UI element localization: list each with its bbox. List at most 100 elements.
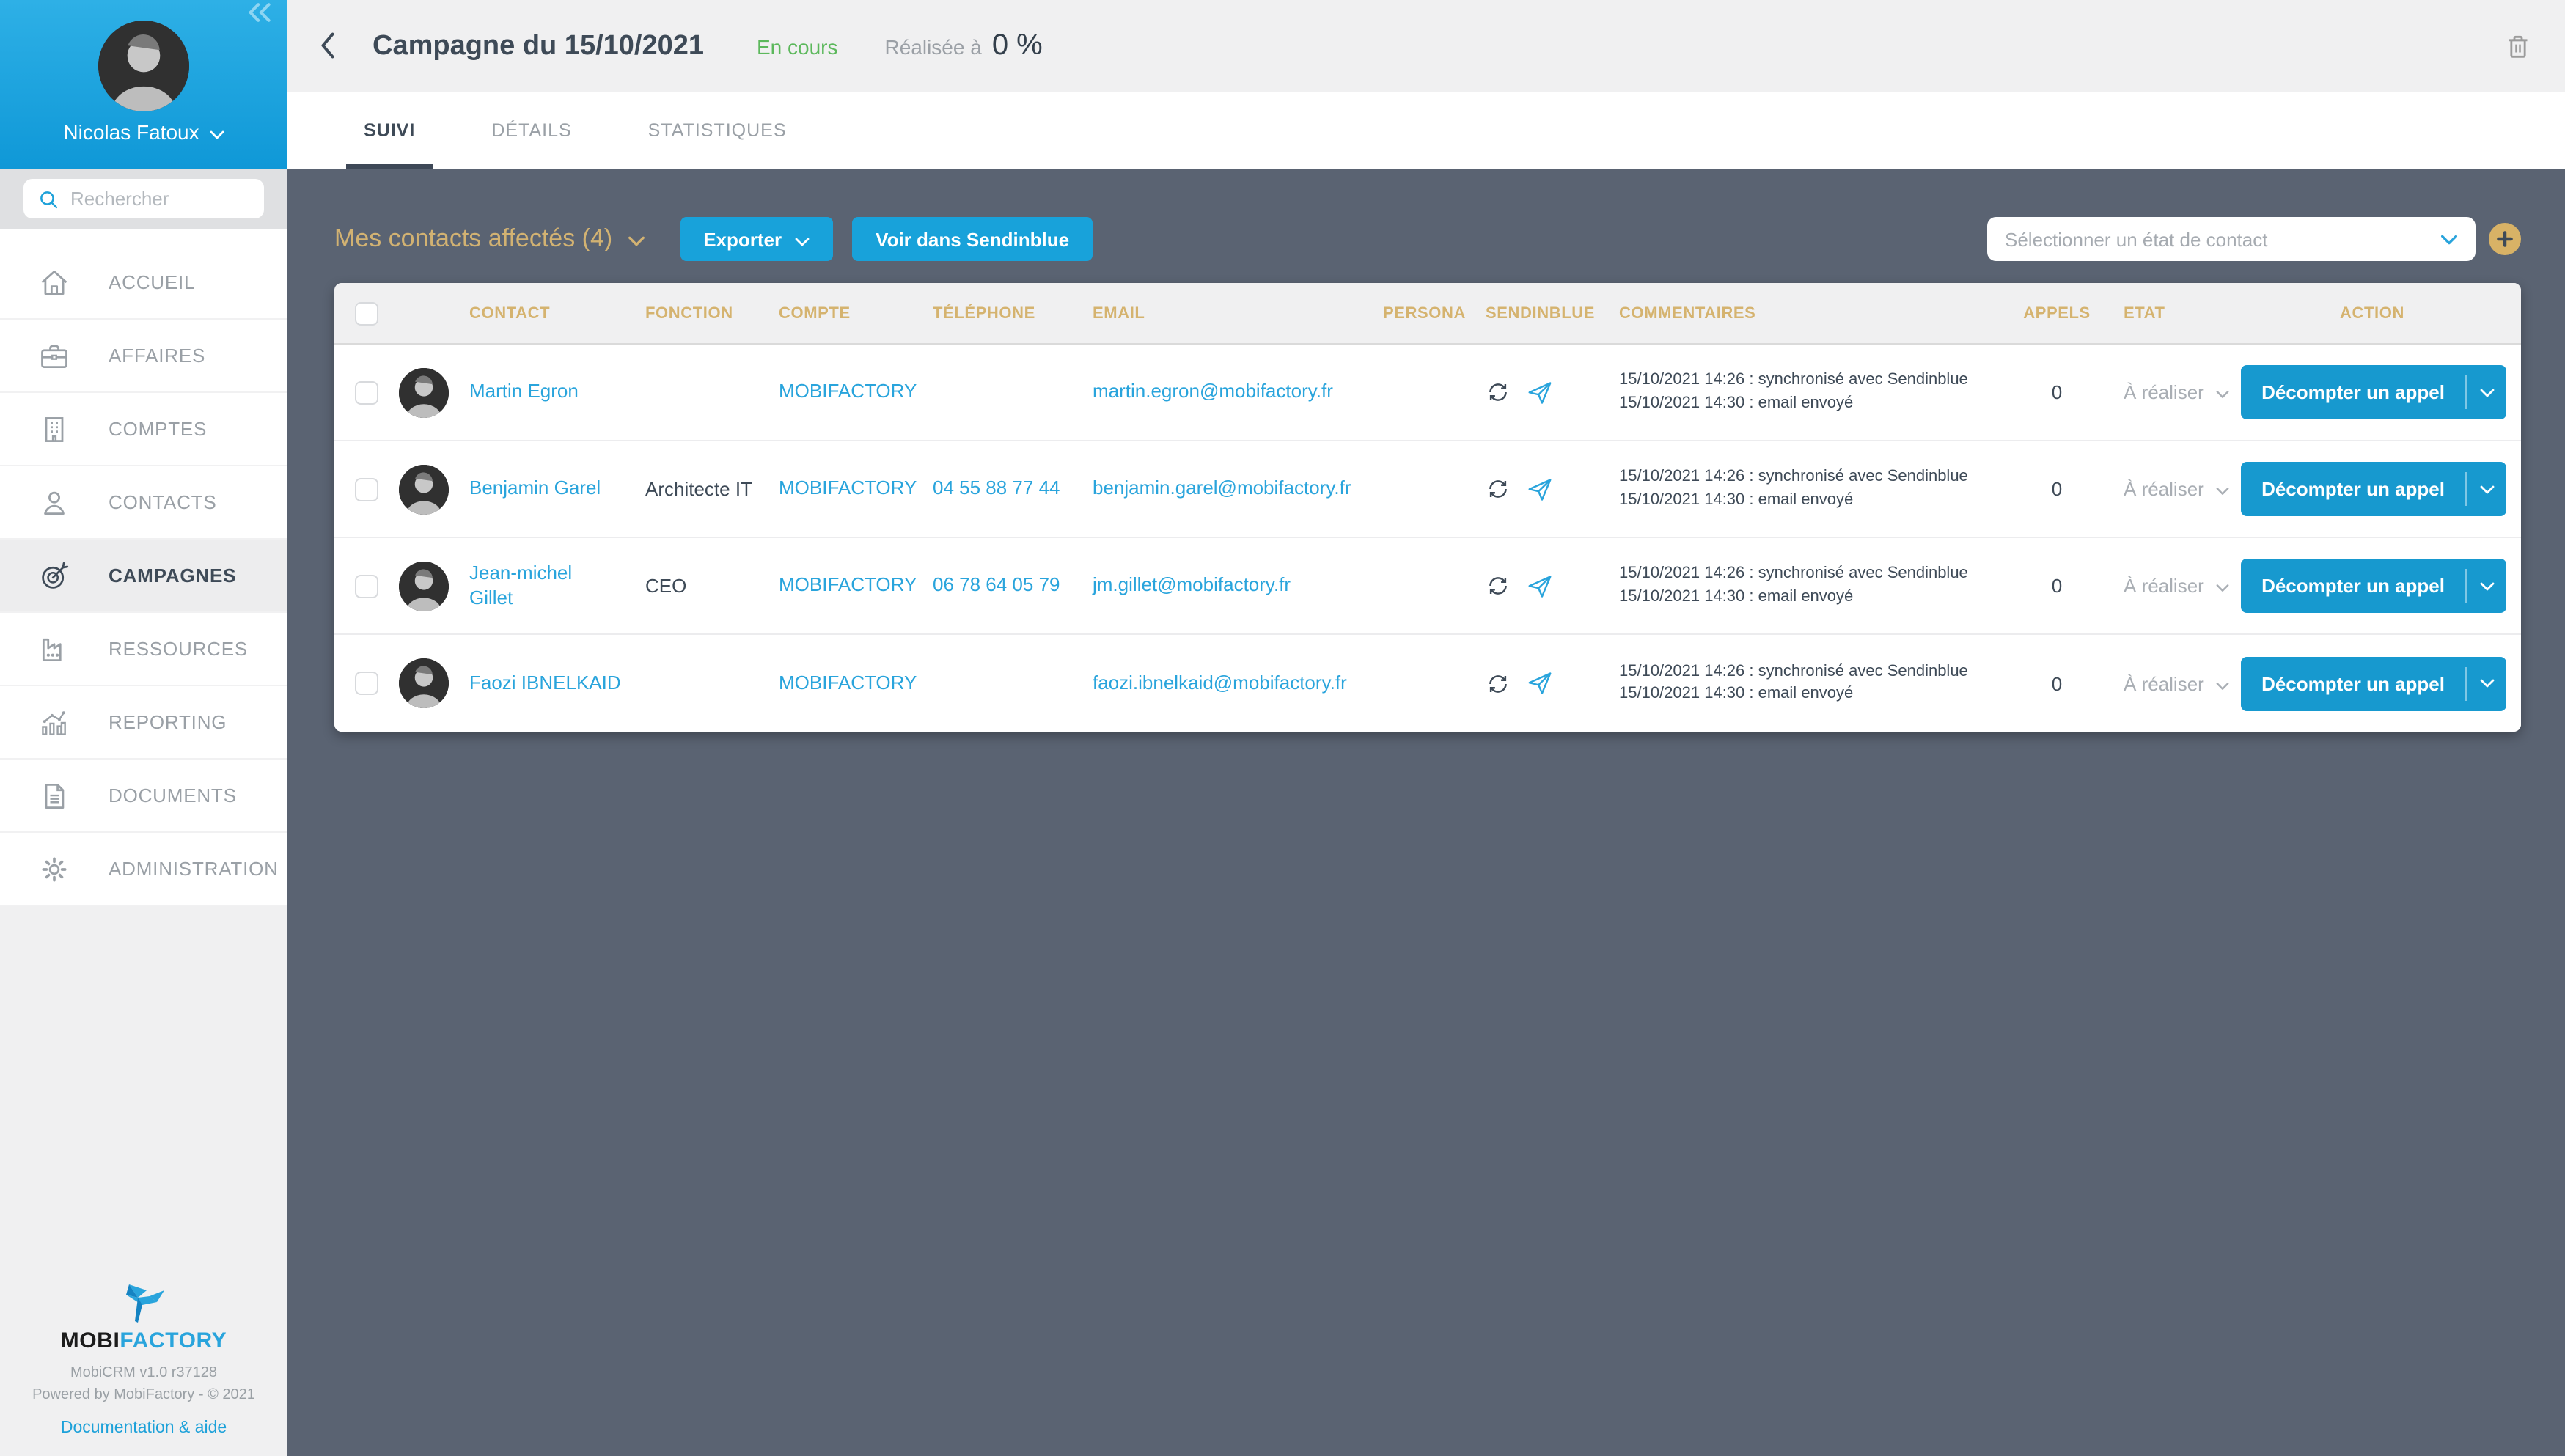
state-dropdown[interactable]: À réaliser (2124, 381, 2238, 403)
sidebar-item-affaires[interactable]: AFFAIRES (0, 320, 287, 393)
email-link[interactable]: jm.gillet@mobifactory.fr (1093, 573, 1383, 598)
back-button[interactable] (320, 32, 349, 61)
contact-name-link[interactable]: Martin Egron (469, 380, 645, 405)
count-call-caret[interactable] (2467, 462, 2506, 516)
sidebar-collapse-icon[interactable] (246, 3, 273, 29)
chevron-down-icon (2216, 381, 2229, 403)
sidebar-item-documents[interactable]: DOCUMENTS (0, 760, 287, 833)
col-email: EMAIL (1093, 304, 1383, 322)
briefcase-icon (38, 339, 70, 372)
table-row: Jean-michel Gillet CEO MOBIFACTORY 06 78… (334, 538, 2521, 635)
send-email-icon[interactable] (1527, 379, 1553, 405)
contact-avatar (399, 367, 449, 417)
sidebar-item-comptes[interactable]: COMPTES (0, 393, 287, 466)
tab-statistiques[interactable]: STATISTIQUES (631, 92, 804, 169)
row-checkbox[interactable] (355, 380, 378, 404)
document-icon (38, 779, 70, 812)
state-dropdown[interactable]: À réaliser (2124, 672, 2238, 694)
sidebar-item-label: COMPTES (109, 418, 207, 440)
comment-line: 15/10/2021 14:30 : email envoyé (1619, 586, 1970, 608)
tab-details[interactable]: DÉTAILS (474, 92, 589, 169)
sidebar-item-label: CAMPAGNES (109, 565, 236, 587)
home-icon (38, 266, 70, 298)
send-email-icon[interactable] (1527, 476, 1553, 502)
gear-icon (38, 853, 70, 885)
table-row: Faozi IBNELKAID MOBIFACTORY faozi.ibnelk… (334, 635, 2521, 732)
contact-name-link[interactable]: Faozi IBNELKAID (469, 671, 645, 696)
sidebar-item-administration[interactable]: ADMINISTRATION (0, 833, 287, 906)
send-email-icon[interactable] (1527, 573, 1553, 599)
count-call-caret[interactable] (2467, 365, 2506, 419)
sidebar-item-accueil[interactable]: ACCUEIL (0, 246, 287, 320)
contacts-filter-label: Mes contacts affectés (4) (334, 224, 612, 254)
search-icon (38, 188, 59, 209)
sync-icon[interactable] (1486, 671, 1511, 696)
contact-state-select[interactable]: Sélectionner un état de contact (1987, 217, 2476, 261)
account-link[interactable]: MOBIFACTORY (779, 671, 933, 696)
account-link[interactable]: MOBIFACTORY (779, 380, 933, 405)
delete-campaign-button[interactable] (2503, 32, 2533, 61)
count-call-button[interactable]: Décompter un appel (2241, 559, 2465, 613)
count-call-caret[interactable] (2467, 656, 2506, 710)
progress-label: Réalisée à (885, 34, 982, 58)
sidebar-item-ressources[interactable]: RESSOURCES (0, 613, 287, 686)
sidebar-item-contacts[interactable]: CONTACTS (0, 466, 287, 540)
add-contact-state-button[interactable] (2489, 223, 2521, 255)
search-input[interactable] (70, 188, 246, 210)
contact-name-link[interactable]: Benjamin Garel (469, 477, 645, 501)
progress-value: 0 % (992, 29, 1043, 63)
count-call-button[interactable]: Décompter un appel (2241, 656, 2465, 710)
chevron-down-icon (627, 224, 645, 254)
col-action: ACTION (2238, 304, 2521, 322)
contact-name-link[interactable]: Jean-michel Gillet (469, 561, 645, 611)
view-sendinblue-button[interactable]: Voir dans Sendinblue (852, 217, 1093, 261)
send-email-icon[interactable] (1527, 670, 1553, 696)
comments-cell: 15/10/2021 14:26 : synchronisé avec Send… (1619, 369, 1990, 415)
email-link[interactable]: martin.egron@mobifactory.fr (1093, 380, 1383, 405)
state-dropdown[interactable]: À réaliser (2124, 575, 2238, 597)
documentation-link[interactable]: Documentation & aide (61, 1419, 227, 1437)
state-label: À réaliser (2124, 575, 2204, 597)
table-row: Martin Egron MOBIFACTORY martin.egron@mo… (334, 345, 2521, 441)
sidebar-item-label: AFFAIRES (109, 345, 205, 367)
chevron-down-icon (2216, 672, 2229, 694)
user-menu[interactable]: Nicolas Fatoux (63, 120, 224, 144)
comments-cell: 15/10/2021 14:26 : synchronisé avec Send… (1619, 563, 1990, 608)
chevron-down-icon (795, 228, 810, 250)
row-checkbox[interactable] (355, 672, 378, 695)
table-header-row: CONTACT FONCTION COMPTE TÉLÉPHONE EMAIL … (334, 283, 2521, 345)
email-link[interactable]: faozi.ibnelkaid@mobifactory.fr (1093, 671, 1383, 696)
export-button[interactable]: Exporter (680, 217, 833, 261)
target-icon (38, 559, 70, 592)
select-all-checkbox[interactable] (355, 301, 378, 325)
user-name: Nicolas Fatoux (63, 120, 199, 144)
calls-count: 0 (1990, 672, 2124, 694)
sidebar-item-label: ADMINISTRATION (109, 858, 279, 880)
sidebar-menu: ACCUEIL AFFAIRES COMPTES CONTACTS CAMPAG… (0, 229, 287, 906)
count-call-button[interactable]: Décompter un appel (2241, 365, 2465, 419)
tab-suivi[interactable]: SUIVI (346, 92, 433, 169)
count-call-button[interactable]: Décompter un appel (2241, 462, 2465, 516)
sync-icon[interactable] (1486, 573, 1511, 598)
sidebar-item-campagnes[interactable]: CAMPAGNES (0, 540, 287, 613)
account-link[interactable]: MOBIFACTORY (779, 573, 933, 598)
contacts-filter-dropdown[interactable]: Mes contacts affectés (4) (334, 224, 645, 254)
col-persona: PERSONA (1383, 304, 1486, 322)
state-label: À réaliser (2124, 381, 2204, 403)
email-link[interactable]: benjamin.garel@mobifactory.fr (1093, 477, 1383, 501)
state-dropdown[interactable]: À réaliser (2124, 478, 2238, 500)
search-box (23, 179, 264, 218)
row-checkbox[interactable] (355, 477, 378, 501)
sidebar-item-label: RESSOURCES (109, 638, 248, 660)
count-call-caret[interactable] (2467, 559, 2506, 613)
comment-line: 15/10/2021 14:26 : synchronisé avec Send… (1619, 466, 1970, 489)
account-link[interactable]: MOBIFACTORY (779, 477, 933, 501)
sidebar-item-reporting[interactable]: REPORTING (0, 686, 287, 760)
calls-count: 0 (1990, 575, 2124, 597)
row-checkbox[interactable] (355, 574, 378, 598)
comments-cell: 15/10/2021 14:26 : synchronisé avec Send… (1619, 466, 1990, 512)
sync-icon[interactable] (1486, 477, 1511, 501)
sync-icon[interactable] (1486, 380, 1511, 405)
phone-link[interactable]: 06 78 64 05 79 (933, 573, 1093, 598)
phone-link[interactable]: 04 55 88 77 44 (933, 477, 1093, 501)
